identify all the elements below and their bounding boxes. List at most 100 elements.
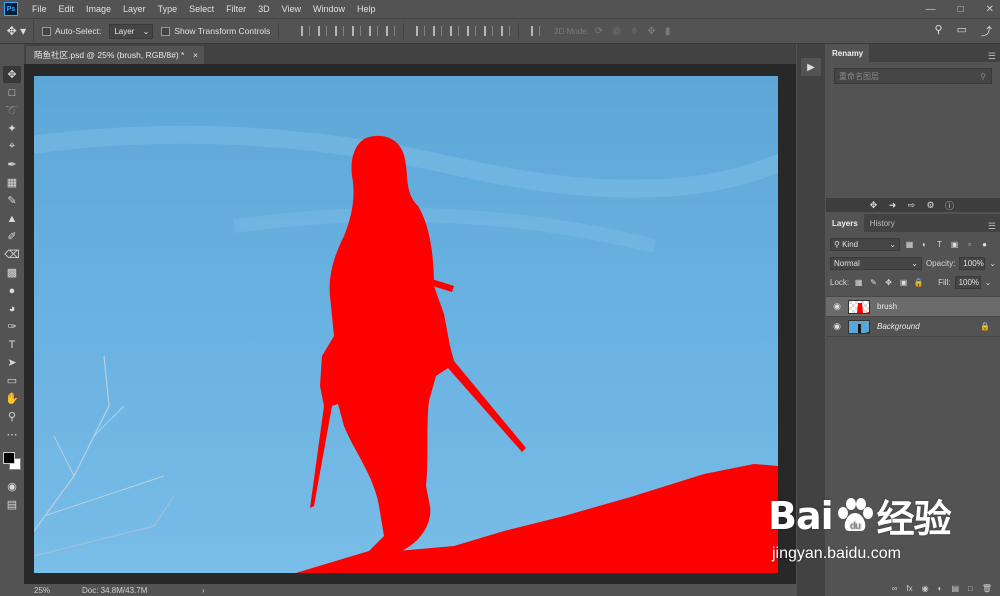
menu-file[interactable]: File bbox=[26, 4, 53, 14]
blur-tool-icon[interactable]: ● bbox=[3, 282, 21, 299]
lock-transparent-icon[interactable]: ▦ bbox=[853, 277, 864, 288]
lock-pixels-icon[interactable]: ✎ bbox=[868, 277, 879, 288]
lock-all-icon[interactable]: 🔒 bbox=[913, 277, 924, 288]
crop-tool-icon[interactable]: ⌖ bbox=[3, 138, 21, 155]
align-right-icon[interactable] bbox=[386, 26, 396, 36]
filter-toggle-icon[interactable]: ● bbox=[979, 239, 990, 250]
new-group-icon[interactable]: ▤ bbox=[951, 584, 959, 593]
menu-3d[interactable]: 3D bbox=[252, 4, 276, 14]
roll-3d-icon[interactable]: ◎ bbox=[612, 26, 621, 37]
filter-smart-object-icon[interactable]: ▫ bbox=[964, 239, 975, 250]
drag-3d-icon[interactable]: ✧ bbox=[630, 26, 638, 37]
hand-tool-icon[interactable]: ✋ bbox=[3, 390, 21, 407]
filter-pixel-icon[interactable]: ▦ bbox=[904, 239, 915, 250]
eyedropper-tool-icon[interactable]: ✒ bbox=[3, 156, 21, 173]
menu-select[interactable]: Select bbox=[183, 4, 220, 14]
search-icon[interactable]: ⚲ bbox=[935, 23, 943, 39]
zoom-level[interactable]: 25% bbox=[24, 586, 64, 595]
menu-filter[interactable]: Filter bbox=[220, 4, 252, 14]
rectangle-tool-icon[interactable]: ▭ bbox=[3, 372, 21, 389]
move-tool-icon[interactable]: ✥ bbox=[3, 66, 21, 83]
foreground-color-swatch[interactable] bbox=[3, 452, 15, 464]
opacity-field[interactable]: 100% bbox=[959, 257, 986, 270]
lock-artboard-icon[interactable]: ▣ bbox=[898, 277, 909, 288]
menu-image[interactable]: Image bbox=[80, 4, 117, 14]
menu-help[interactable]: Help bbox=[351, 4, 382, 14]
filter-adjustment-icon[interactable]: ◐ bbox=[919, 239, 930, 250]
arrow-right-icon[interactable]: ➜ bbox=[887, 200, 898, 211]
slide-3d-icon[interactable]: ✥ bbox=[647, 26, 655, 37]
visibility-eye-icon[interactable]: ◉ bbox=[826, 301, 848, 312]
layer-name-background[interactable]: Background bbox=[877, 322, 980, 331]
close-icon[interactable]: ✕ bbox=[986, 4, 994, 15]
layer-name-brush[interactable]: brush bbox=[877, 302, 1000, 311]
marquee-tool-icon[interactable]: □ bbox=[3, 84, 21, 101]
distribute-vcenter-icon[interactable] bbox=[433, 26, 443, 36]
panel-menu-icon[interactable]: ☰ bbox=[988, 51, 996, 62]
auto-select-dropdown[interactable]: Layer ⌄ bbox=[109, 23, 154, 39]
history-brush-tool-icon[interactable]: ✐ bbox=[3, 228, 21, 245]
minimize-icon[interactable]: — bbox=[926, 4, 936, 15]
color-swatches[interactable] bbox=[2, 450, 22, 472]
camera-3d-icon[interactable]: ▮ bbox=[665, 26, 671, 37]
new-layer-icon[interactable]: □ bbox=[968, 584, 973, 593]
auto-select-checkbox[interactable] bbox=[42, 26, 51, 36]
menu-layer[interactable]: Layer bbox=[117, 4, 152, 14]
align-hcenter-icon[interactable] bbox=[369, 26, 379, 36]
brush-tool-icon[interactable]: ✎ bbox=[3, 192, 21, 209]
move-panel-icon[interactable]: ✥ bbox=[868, 200, 879, 211]
magic-wand-tool-icon[interactable]: ✦ bbox=[3, 120, 21, 137]
chevron-down-icon[interactable]: ⌄ bbox=[985, 278, 992, 287]
layer-row-brush[interactable]: ◉ brush bbox=[826, 297, 1000, 317]
layer-style-button[interactable]: fx bbox=[906, 584, 912, 593]
type-tool-icon[interactable]: T bbox=[3, 336, 21, 353]
settings-icon[interactable]: ⚙ bbox=[925, 200, 936, 211]
search-icon[interactable]: ⚲ bbox=[980, 72, 986, 81]
transform-controls-checkbox[interactable] bbox=[161, 26, 171, 36]
tab-history[interactable]: History bbox=[864, 214, 901, 232]
layer-row-background[interactable]: ◉ Background 🔒 bbox=[826, 317, 1000, 337]
align-top-icon[interactable] bbox=[301, 26, 311, 36]
filter-shape-icon[interactable]: ▣ bbox=[949, 239, 960, 250]
document-tab[interactable]: 陌鱼社区.psd @ 25% (brush, RGB/8#) * × bbox=[26, 46, 204, 64]
gradient-tool-icon[interactable]: ▩ bbox=[3, 264, 21, 281]
status-arrow-icon[interactable]: › bbox=[202, 586, 205, 595]
healing-brush-tool-icon[interactable]: ▦ bbox=[3, 174, 21, 191]
dodge-tool-icon[interactable]: ◕ bbox=[3, 300, 21, 317]
play-icon[interactable]: ▶ bbox=[801, 58, 821, 76]
menu-view[interactable]: View bbox=[276, 4, 307, 14]
chevron-down-icon[interactable]: ⌄ bbox=[989, 259, 996, 268]
lasso-tool-icon[interactable]: ➰ bbox=[3, 102, 21, 119]
clone-stamp-tool-icon[interactable]: ▲ bbox=[3, 210, 21, 227]
link-layers-icon[interactable]: ∞ bbox=[892, 584, 898, 593]
renamy-search-input[interactable]: 重命名图层 ⚲ bbox=[834, 68, 992, 84]
filter-kind-dropdown[interactable]: ⚲ Kind ⌄ bbox=[830, 238, 900, 251]
info-icon[interactable]: ⓘ bbox=[944, 199, 955, 212]
tab-layers[interactable]: Layers bbox=[826, 214, 864, 232]
fill-field[interactable]: 100% bbox=[954, 276, 981, 289]
orbit-3d-icon[interactable]: ⟳ bbox=[595, 26, 603, 37]
quick-mask-icon[interactable]: ◉ bbox=[3, 478, 21, 495]
path-selection-tool-icon[interactable]: ➤ bbox=[3, 354, 21, 371]
filter-type-icon[interactable]: T bbox=[934, 239, 945, 250]
align-bottom-icon[interactable] bbox=[335, 26, 345, 36]
export-icon[interactable]: ⇨ bbox=[906, 200, 917, 211]
menu-window[interactable]: Window bbox=[307, 4, 351, 14]
lock-icon[interactable]: 🔒 bbox=[980, 322, 990, 331]
eraser-tool-icon[interactable]: ⌫ bbox=[3, 246, 21, 263]
zoom-tool-icon[interactable]: ⚲ bbox=[3, 408, 21, 425]
lock-position-icon[interactable]: ✥ bbox=[883, 277, 894, 288]
more-tools-icon[interactable]: ⋯ bbox=[3, 426, 21, 443]
pen-tool-icon[interactable]: ✑ bbox=[3, 318, 21, 335]
align-left-icon[interactable] bbox=[352, 26, 362, 36]
distribute-hcenter-icon[interactable] bbox=[484, 26, 494, 36]
blend-mode-dropdown[interactable]: Normal ⌄ bbox=[830, 257, 922, 270]
workspace-icon[interactable]: ▭ bbox=[957, 23, 967, 39]
distribute-left-icon[interactable] bbox=[467, 26, 477, 36]
tab-renamy[interactable]: Renamy bbox=[826, 44, 870, 62]
document-canvas[interactable] bbox=[34, 76, 778, 573]
menu-type[interactable]: Type bbox=[152, 4, 184, 14]
visibility-eye-icon[interactable]: ◉ bbox=[826, 321, 848, 332]
add-mask-icon[interactable]: ◉ bbox=[922, 584, 929, 593]
screen-mode-icon[interactable]: ▤ bbox=[3, 496, 21, 513]
